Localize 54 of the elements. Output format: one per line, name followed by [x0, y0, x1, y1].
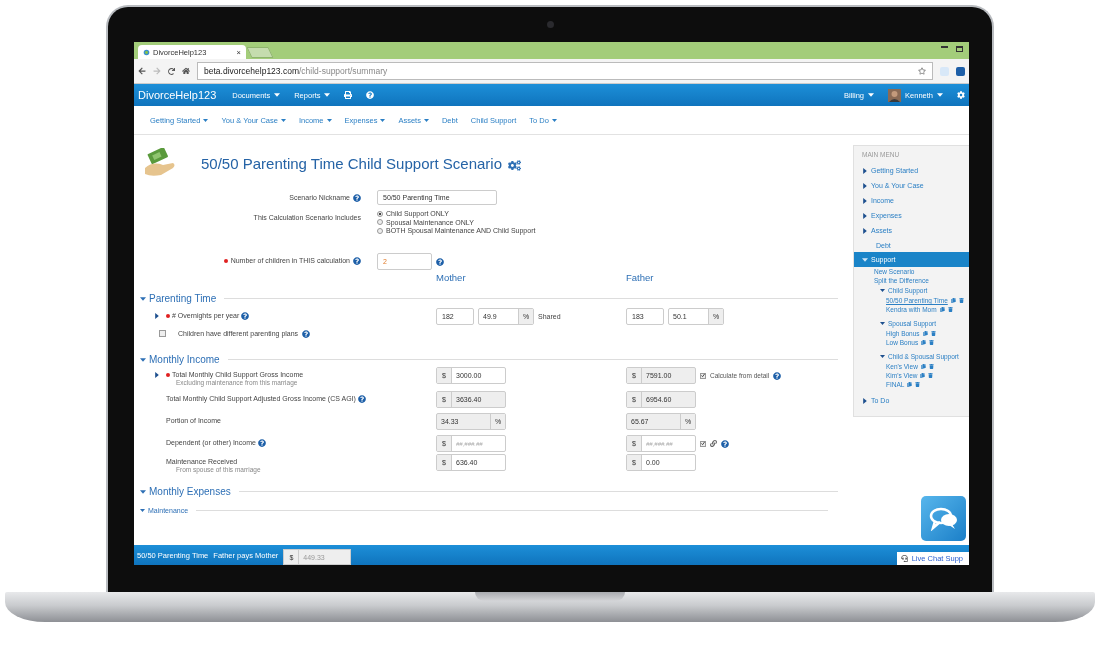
copy-icon[interactable]	[921, 340, 927, 345]
settings-icon[interactable]	[957, 91, 965, 99]
help-icon[interactable]	[241, 311, 250, 320]
section-title[interactable]: Monthly Expenses	[149, 486, 231, 497]
caret-icon	[937, 92, 943, 98]
column-heading: Mother	[436, 272, 466, 283]
section-title[interactable]: Monthly Income	[149, 354, 220, 365]
chat-button[interactable]	[921, 496, 966, 541]
settings-icon[interactable]	[508, 158, 521, 172]
section-title[interactable]: Parenting Time	[149, 293, 217, 304]
copy-icon[interactable]	[939, 307, 945, 312]
brand-logo[interactable]: DivorceHelp123	[138, 89, 217, 101]
maximize-icon[interactable]	[956, 46, 963, 52]
caret-icon	[274, 92, 281, 98]
help-icon[interactable]	[773, 371, 782, 380]
checkbox[interactable]	[700, 372, 706, 379]
trash-icon[interactable]	[947, 307, 953, 312]
home-icon[interactable]	[182, 67, 190, 75]
back-icon[interactable]	[138, 67, 146, 75]
help-icon[interactable]	[257, 438, 266, 447]
link-icon[interactable]	[710, 440, 717, 447]
trash-icon[interactable]	[928, 364, 934, 369]
reload-icon[interactable]	[168, 67, 175, 75]
trash-icon[interactable]	[930, 331, 936, 336]
caret-icon	[868, 92, 875, 98]
caret-icon	[324, 92, 331, 98]
copy-icon[interactable]	[907, 382, 913, 387]
page-title: 50/50 Parenting Time Child Support Scenario	[201, 154, 502, 172]
headset-icon	[900, 555, 908, 562]
help-icon[interactable]	[721, 439, 729, 448]
trash-icon[interactable]	[915, 382, 921, 387]
print-icon[interactable]	[344, 91, 353, 99]
site-icon	[143, 48, 150, 56]
checkbox[interactable]	[700, 440, 706, 447]
trash-icon[interactable]	[929, 340, 935, 345]
help-icon[interactable]	[353, 256, 361, 265]
copy-icon[interactable]	[922, 331, 928, 336]
money-hand-drawing	[143, 148, 177, 178]
help-icon[interactable]	[436, 257, 444, 266]
copy-icon[interactable]	[920, 373, 926, 378]
address-bar[interactable]: beta.divorcehelp123.com/child-support/summary	[197, 62, 933, 80]
copy-icon[interactable]	[920, 364, 926, 369]
copy-icon[interactable]	[950, 298, 956, 303]
help-icon[interactable]	[357, 394, 366, 403]
trash-icon[interactable]	[958, 298, 964, 303]
help-icon[interactable]	[353, 193, 361, 202]
trash-icon[interactable]	[928, 373, 934, 378]
help-icon[interactable]	[302, 329, 311, 338]
speech-bubbles-icon	[928, 506, 959, 531]
column-heading: Father	[626, 272, 654, 283]
avatar	[888, 88, 902, 102]
camera-dot	[547, 21, 554, 28]
checkbox[interactable]	[159, 330, 166, 337]
help-icon[interactable]	[366, 91, 375, 99]
